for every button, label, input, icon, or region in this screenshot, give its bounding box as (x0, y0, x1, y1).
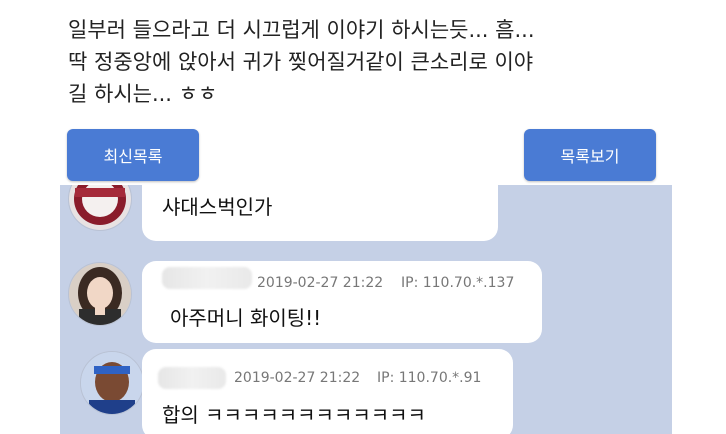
comment-bubble: 2019-02-27 21:22 IP: 110.70.*.137 아주머니 화… (142, 261, 542, 343)
comment-text: 아주머니 화이팅!! (170, 306, 322, 330)
nickname-blur (162, 267, 252, 289)
comment-ip: IP: 110.70.*.137 (401, 275, 515, 291)
comment-ip: IP: 110.70.*.91 (377, 370, 482, 386)
post-line: 딱 정중앙에 앉아서 귀가 찢어질거같이 큰소리로 이야 (68, 50, 534, 74)
nickname-blur (158, 367, 226, 389)
post-line: 일부러 들으라고 더 시끄럽게 이야기 하시는듯... 흠... (68, 18, 535, 42)
comment-text: 샤대스벅인가 (162, 195, 273, 219)
comment-bubble: 샤대스벅인가 (142, 185, 498, 241)
team-logo-avatar-icon (68, 185, 132, 231)
comment-date: 2019-02-27 21:22 (234, 370, 361, 386)
woman-avatar-icon (68, 262, 132, 326)
chat-area: 샤대스벅인가 2019-02-27 21:22 IP: 110.70.*.137… (60, 185, 672, 434)
post-body: 일부러 들으라고 더 시끄럽게 이야기 하시는듯... 흠... 딱 정중앙에 … (68, 14, 708, 110)
basketball-player-avatar-icon (80, 351, 144, 415)
comment-text: 합의 ㅋㅋㅋㅋㅋㅋㅋㅋㅋㅋㅋㅋ (162, 403, 426, 427)
latest-list-button[interactable]: 최신목록 (67, 129, 199, 181)
comment-bubble: 2019-02-27 21:22 IP: 110.70.*.91 합의 ㅋㅋㅋㅋ… (142, 349, 513, 434)
view-list-button[interactable]: 목록보기 (524, 129, 656, 181)
comment-date: 2019-02-27 21:22 (257, 275, 384, 291)
post-line: 길 하시는... ㅎㅎ (68, 82, 218, 106)
